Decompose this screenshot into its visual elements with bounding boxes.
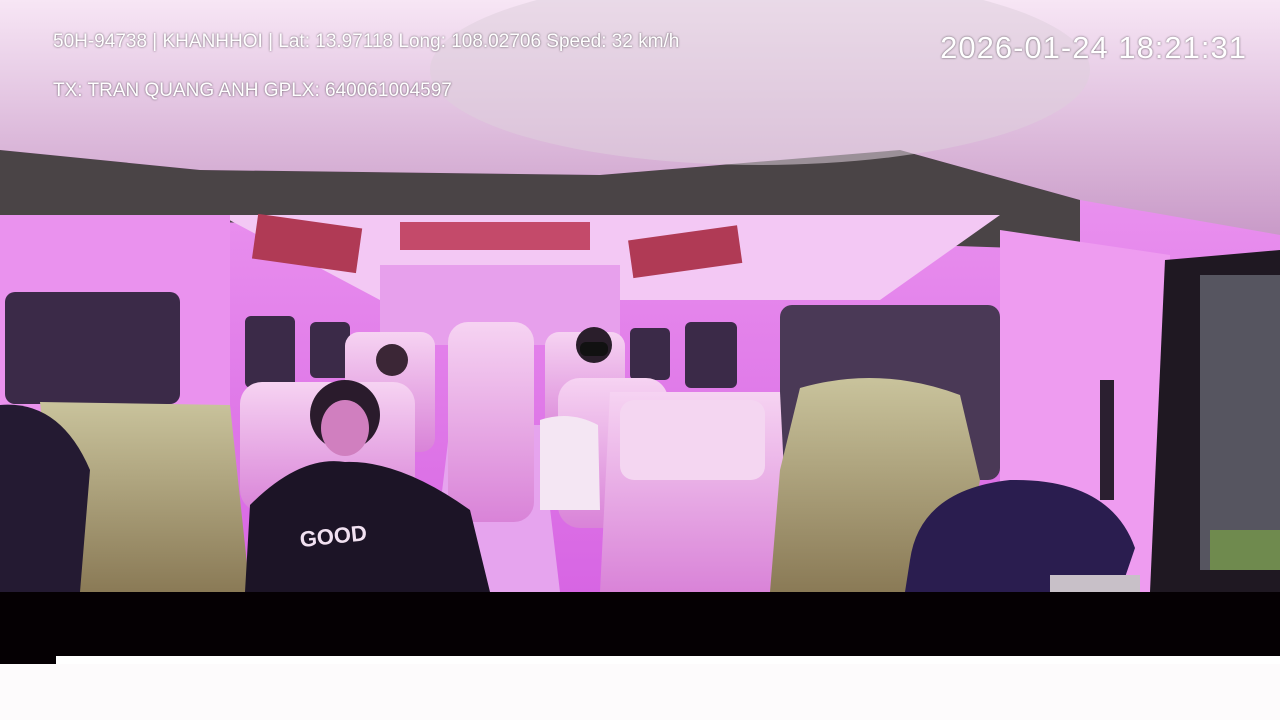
black-bar-notch-small — [48, 656, 56, 664]
timestamp-overlay: 2026-01-24 18:21:31 — [940, 30, 1247, 65]
dashcam-frame: GOOD 50H-94738 | KHANHHOI | Lat: 13.9711… — [0, 0, 1280, 592]
driver-info-overlay: TX: TRAN QUANG ANH GPLX: 640061004597 — [53, 80, 452, 101]
black-letterbox-bar — [0, 592, 1280, 656]
vehicle-info-overlay: 50H-94738 | KHANHHOI | Lat: 13.97118 Lon… — [53, 31, 680, 52]
bottom-blank-area — [0, 664, 1280, 720]
